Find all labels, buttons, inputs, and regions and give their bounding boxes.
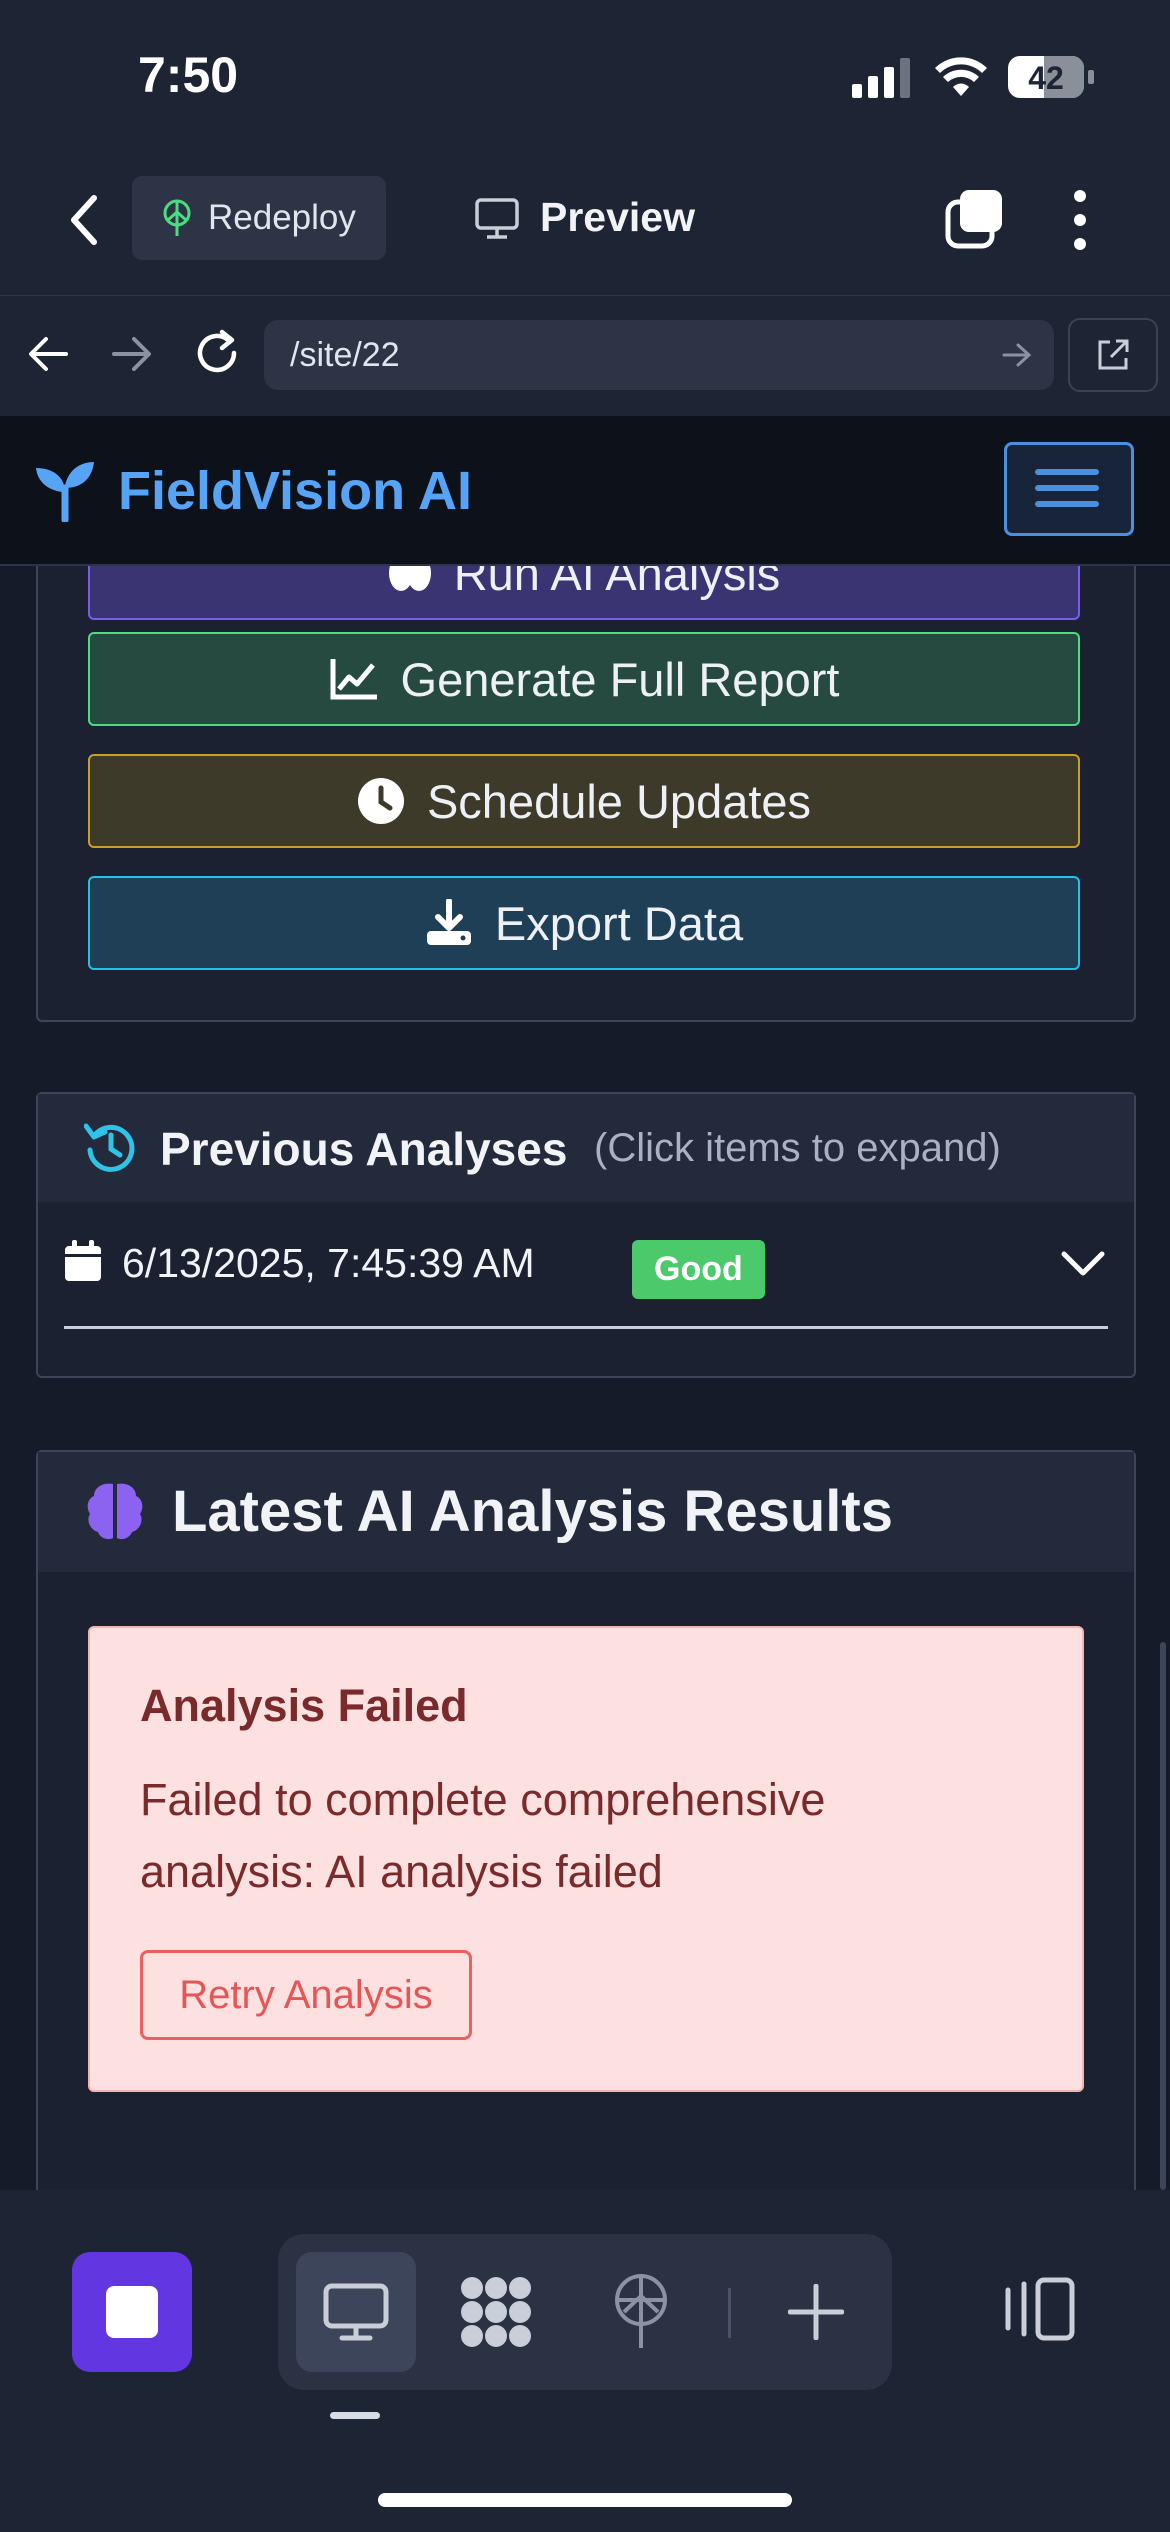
schedule-updates-label: Schedule Updates	[426, 774, 812, 828]
alert-title: Analysis Failed	[140, 1680, 468, 1731]
replit-top-bar: Redeploy Preview	[0, 150, 1170, 297]
menu-bar-2	[1035, 485, 1099, 491]
tool-divider	[728, 2288, 731, 2338]
previous-analyses-header: Previous Analyses (Click items to expand…	[38, 1094, 1134, 1202]
history-item-timestamp: 6/13/2025, 7:45:39 AM	[122, 1240, 535, 1286]
replit-bottom-bar	[0, 2190, 1170, 2532]
add-tool-icon[interactable]	[788, 2284, 844, 2340]
retry-analysis-button[interactable]: Retry Analysis	[140, 1950, 472, 2040]
export-data-button[interactable]: Export Data	[88, 876, 1080, 970]
status-bar: 7:50 42	[0, 0, 1170, 150]
app-navbar: FieldVision AI	[0, 416, 1170, 566]
battery-tip	[1088, 70, 1094, 84]
redeploy-label: Redeploy	[208, 198, 356, 237]
status-time: 7:50	[138, 47, 239, 103]
browser-url-row: /site/22	[0, 296, 1170, 418]
back-chevron-icon[interactable]	[60, 190, 110, 250]
reload-icon[interactable]	[192, 328, 242, 378]
active-tab-indicator	[330, 2412, 380, 2419]
history-icon	[84, 1123, 135, 1172]
chart-line-icon	[330, 659, 377, 700]
stop-square-icon	[106, 2286, 158, 2338]
go-arrow-icon[interactable]	[1002, 342, 1032, 368]
nav-forward-icon[interactable]	[110, 334, 154, 374]
schedule-updates-button[interactable]: Schedule Updates	[88, 754, 1080, 848]
export-data-label: Export Data	[494, 896, 744, 950]
wifi-icon	[935, 57, 987, 96]
run-analysis-label: Run AI Analysis	[453, 566, 781, 600]
generate-report-label: Generate Full Report	[400, 652, 840, 706]
latest-results-card: Latest AI Analysis Results Analysis Fail…	[36, 1450, 1136, 2190]
calendar-icon	[65, 1240, 101, 1281]
menu-bar-3	[1035, 501, 1099, 507]
actions-card: Run AI Analysis Generate Full Report Sch…	[36, 566, 1136, 1022]
clock-icon	[357, 778, 404, 824]
url-text: /site/22	[290, 336, 400, 374]
menu-toggle-button[interactable]	[1004, 442, 1134, 536]
previous-analyses-hint: (Click items to expand)	[594, 1126, 1001, 1170]
home-indicator	[378, 2493, 792, 2507]
deploy-icon	[163, 199, 191, 236]
external-link-icon	[1098, 339, 1129, 370]
latest-results-title: Latest AI Analysis Results	[172, 1479, 893, 1544]
cellular-signal-icon	[852, 58, 910, 98]
battery-level: 42	[1028, 60, 1064, 96]
deploy-icon[interactable]	[610, 2274, 672, 2350]
alert-message: Failed to complete comprehensive analysi…	[140, 1774, 826, 1897]
run-analysis-button[interactable]: Run AI Analysis	[88, 566, 1080, 620]
brain-icon	[388, 566, 431, 591]
error-alert: Analysis Failed Failed to complete compr…	[88, 1626, 1084, 2092]
chevron-down-icon[interactable]	[1060, 1250, 1106, 1278]
monitor-icon	[323, 2283, 389, 2341]
generate-report-button[interactable]: Generate Full Report	[88, 632, 1080, 726]
preview-tool-selected[interactable]	[296, 2252, 416, 2372]
status-badge: Good	[632, 1240, 765, 1299]
previous-analyses-title: Previous Analyses	[160, 1123, 568, 1175]
side-panel-icon[interactable]	[1002, 2276, 1076, 2342]
scrollbar[interactable]	[1160, 1642, 1166, 2190]
battery-icon: 42	[1008, 56, 1084, 98]
workspace-icon[interactable]	[458, 2274, 534, 2350]
menu-bar-1	[1035, 469, 1099, 475]
download-icon	[426, 899, 471, 945]
latest-results-header: Latest AI Analysis Results	[38, 1452, 1134, 1572]
url-field[interactable]: /site/22	[264, 320, 1054, 390]
nav-back-icon[interactable]	[26, 334, 70, 374]
page-content: Run AI Analysis Generate Full Report Sch…	[0, 566, 1170, 2190]
stop-button[interactable]	[72, 2252, 192, 2372]
previous-analyses-card: Previous Analyses (Click items to expand…	[36, 1092, 1136, 1378]
history-item[interactable]: 6/13/2025, 7:45:39 AM Good	[64, 1206, 1108, 1329]
brand-name[interactable]: FieldVision AI	[118, 460, 472, 522]
redeploy-button[interactable]: Redeploy	[132, 176, 386, 260]
monitor-icon	[475, 198, 519, 239]
more-options-icon[interactable]	[1068, 188, 1092, 252]
brain-icon	[87, 1483, 143, 1540]
tool-switcher	[278, 2234, 892, 2390]
preview-tab[interactable]: Preview	[540, 194, 695, 241]
open-external-button[interactable]	[1068, 318, 1158, 392]
seedling-icon	[36, 462, 94, 522]
tabs-icon[interactable]	[944, 188, 1006, 250]
